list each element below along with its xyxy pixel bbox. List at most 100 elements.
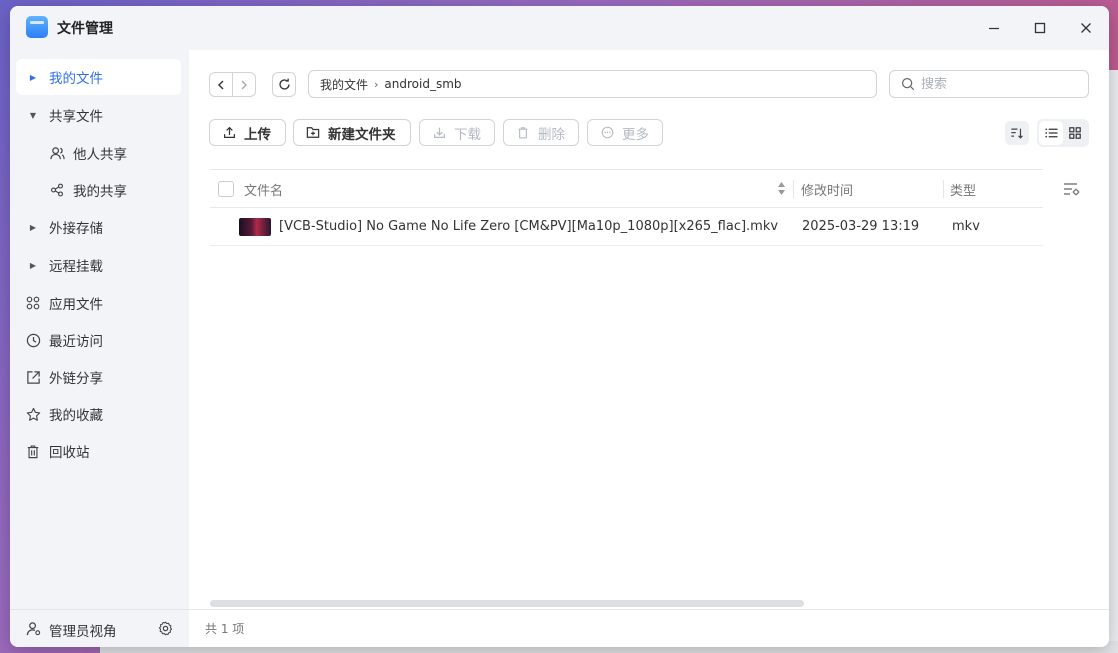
sidebar-item-external-links[interactable]: 外链分享 [16, 359, 181, 395]
download-icon [432, 126, 446, 140]
caret-right-icon: ▶ [29, 222, 37, 232]
chevron-left-icon [217, 80, 224, 89]
select-all-checkbox[interactable] [218, 181, 234, 197]
admin-view-toggle[interactable]: 管理员视角 [49, 620, 117, 640]
column-header-modified[interactable]: 修改时间 [801, 180, 853, 199]
sidebar-item-shared-files[interactable]: ▼ 共享文件 [16, 97, 181, 133]
download-button[interactable]: 下载 [419, 119, 495, 146]
trash-icon [516, 126, 530, 140]
list-view-icon [1044, 128, 1058, 138]
table-header: 文件名 修改时间 类型 [210, 169, 1043, 208]
breadcrumb-separator-icon: › [374, 77, 379, 91]
file-manager-app-icon [26, 16, 48, 38]
sort-icon [1011, 128, 1023, 139]
refresh-icon [278, 78, 290, 90]
upload-button[interactable]: 上传 [209, 119, 286, 146]
main-panel: 我的文件 › android_smb 上传 新建文件夹 下载 [189, 50, 1109, 647]
upload-icon [222, 126, 236, 140]
window-title: 文件管理 [57, 21, 113, 37]
sidebar-item-label: 远程挂载 [49, 259, 103, 275]
more-button[interactable]: 更多 [587, 119, 663, 146]
sidebar-footer: 管理员视角 [10, 609, 189, 647]
delete-label: 删除 [538, 126, 565, 143]
share-icon [49, 182, 65, 198]
clock-icon [25, 332, 41, 348]
column-header-type[interactable]: 类型 [950, 180, 976, 199]
search-input[interactable] [921, 76, 1071, 92]
column-settings-icon [1064, 183, 1080, 196]
horizontal-scrollbar[interactable] [210, 600, 804, 607]
status-bar: 共 1 项 [189, 609, 1109, 647]
new-folder-label: 新建文件夹 [328, 126, 396, 143]
new-folder-button[interactable]: 新建文件夹 [293, 119, 411, 146]
file-name: [VCB-Studio] No Game No Life Zero [CM&PV… [279, 219, 779, 234]
sidebar-item-label: 我的共享 [73, 184, 127, 200]
upload-label: 上传 [244, 126, 271, 143]
history-nav [209, 72, 256, 97]
sidebar-item-shared-by-others[interactable]: 他人共享 [16, 135, 181, 171]
refresh-button[interactable] [272, 72, 296, 97]
grid-view-button[interactable] [1063, 121, 1087, 145]
column-header-name[interactable]: 文件名 [244, 180, 283, 199]
chevron-right-icon [241, 80, 247, 89]
sidebar-item-label: 外接存储 [49, 221, 103, 237]
view-mode-toggle [1037, 119, 1089, 147]
sidebar-item-recent[interactable]: 最近访问 [16, 322, 181, 358]
sidebar-item-favorites[interactable]: 我的收藏 [16, 396, 181, 432]
sidebar-item-trash[interactable]: 回收站 [16, 433, 181, 469]
more-label: 更多 [622, 126, 649, 143]
apps-grid-icon [25, 295, 41, 311]
video-thumbnail [239, 218, 271, 236]
caret-right-icon: ▶ [29, 72, 37, 82]
sidebar-item-my-shares[interactable]: 我的共享 [16, 172, 181, 208]
trash-icon [25, 443, 41, 459]
star-icon [25, 406, 41, 422]
breadcrumb-root[interactable]: 我的文件 [320, 76, 368, 93]
title-bar: 文件管理 [10, 6, 1109, 50]
minimize-button[interactable] [982, 16, 1006, 40]
new-folder-icon [306, 126, 320, 140]
column-resize-handle[interactable] [943, 180, 944, 198]
list-view-button[interactable] [1039, 121, 1063, 145]
table-row[interactable]: [VCB-Studio] No Game No Life Zero [CM&PV… [210, 208, 1043, 246]
maximize-icon [1034, 22, 1046, 34]
close-icon [1081, 23, 1091, 33]
breadcrumb-current[interactable]: android_smb [384, 77, 461, 91]
settings-gear-icon[interactable] [158, 621, 173, 640]
more-dots-icon [600, 126, 614, 140]
sidebar-item-label: 他人共享 [73, 147, 127, 163]
download-label: 下载 [454, 126, 481, 143]
sidebar-item-label: 外链分享 [49, 371, 103, 387]
sidebar-item-external-storage[interactable]: ▶ 外接存储 [16, 209, 181, 245]
item-count: 共 1 项 [205, 622, 245, 636]
users-icon [49, 145, 65, 161]
caret-down-icon: ▼ [29, 110, 37, 120]
sort-button[interactable] [1005, 121, 1029, 145]
sidebar-item-label: 共享文件 [49, 109, 103, 125]
column-settings-button[interactable] [1063, 181, 1081, 197]
sidebar-item-label: 应用文件 [49, 297, 103, 313]
forward-button[interactable] [233, 73, 255, 96]
delete-button[interactable]: 删除 [503, 119, 579, 146]
search-box [889, 70, 1089, 98]
sidebar-item-label: 回收站 [49, 445, 90, 461]
sidebar-item-app-files[interactable]: 应用文件 [16, 285, 181, 321]
admin-user-icon [26, 621, 41, 640]
file-manager-window: 文件管理 ▶ 我的文件 ▼ 共享文件 他人共享 我的共享 ▶ 外接存储 ▶ 远程… [10, 6, 1109, 647]
caret-right-icon: ▶ [29, 260, 37, 270]
sidebar-item-label: 最近访问 [49, 334, 103, 350]
back-button[interactable] [210, 73, 233, 96]
close-button[interactable] [1074, 16, 1098, 40]
minimize-icon [989, 27, 999, 30]
grid-view-icon [1069, 127, 1081, 139]
sidebar: ▶ 我的文件 ▼ 共享文件 他人共享 我的共享 ▶ 外接存储 ▶ 远程挂载 应用… [10, 50, 189, 647]
sidebar-item-my-files[interactable]: ▶ 我的文件 [16, 59, 181, 95]
column-resize-handle[interactable] [793, 180, 794, 198]
file-modified: 2025-03-29 13:19 [802, 219, 920, 234]
maximize-button[interactable] [1028, 16, 1052, 40]
sort-arrows-icon[interactable] [777, 181, 786, 200]
breadcrumb: 我的文件 › android_smb [308, 70, 877, 98]
sidebar-item-label: 我的收藏 [49, 408, 103, 424]
sidebar-item-remote-mount[interactable]: ▶ 远程挂载 [16, 247, 181, 283]
sidebar-item-label: 我的文件 [49, 71, 103, 87]
